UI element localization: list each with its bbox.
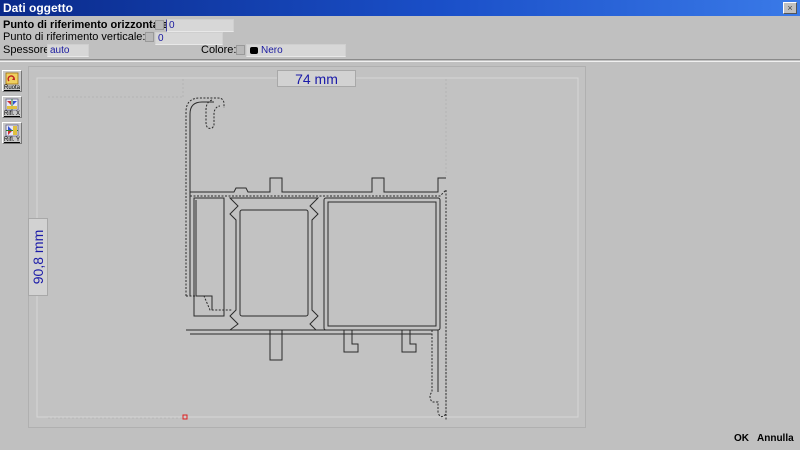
cancel-button[interactable]: Annulla bbox=[757, 433, 794, 445]
width-dimension: 74 mm bbox=[277, 70, 356, 87]
profile-outline bbox=[185, 97, 447, 420]
profile-drawing bbox=[36, 77, 579, 420]
height-dimension: 90,8 mm bbox=[28, 218, 48, 296]
height-dimension-text: 90,8 mm bbox=[30, 229, 46, 285]
ok-button[interactable]: OK bbox=[734, 433, 749, 445]
